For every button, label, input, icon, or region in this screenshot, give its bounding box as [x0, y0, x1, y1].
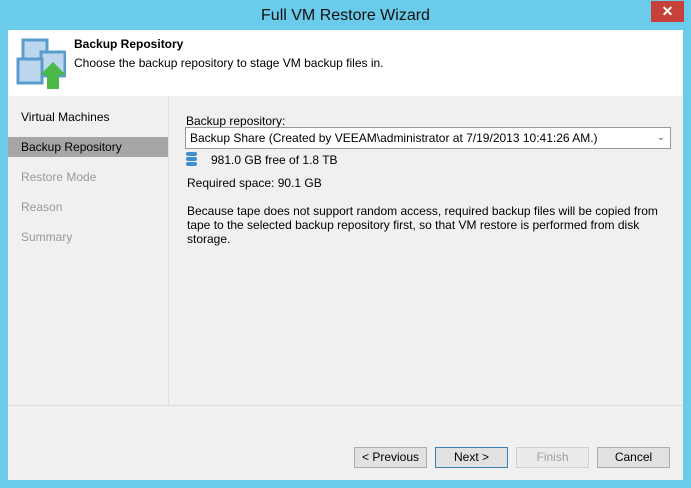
- wizard-window: Backup Repository Choose the backup repo…: [8, 30, 683, 480]
- vm-restore-icon: [16, 38, 66, 89]
- main-panel: Backup repository: Backup Share (Created…: [170, 97, 683, 405]
- step-restore-mode: Restore Mode: [21, 170, 97, 184]
- repo-label: Backup repository:: [186, 114, 286, 128]
- step-virtual-machines[interactable]: Virtual Machines: [8, 107, 168, 127]
- close-button[interactable]: ✕: [651, 1, 684, 22]
- chevron-down-icon[interactable]: ⌄: [657, 128, 665, 148]
- finish-button: Finish: [516, 447, 589, 468]
- step-reason: Reason: [21, 200, 63, 214]
- required-space: Required space: 90.1 GB: [187, 176, 322, 190]
- repo-select[interactable]: Backup Share (Created by VEEAM\administr…: [185, 127, 671, 149]
- previous-button[interactable]: < Previous: [354, 447, 427, 468]
- tape-note: Because tape does not support random acc…: [187, 204, 658, 246]
- wizard-header: Backup Repository Choose the backup repo…: [8, 30, 683, 96]
- wizard-steps: Virtual Machines Backup Repository Resto…: [8, 97, 169, 405]
- next-button[interactable]: Next >: [435, 447, 508, 468]
- cancel-button[interactable]: Cancel: [597, 447, 670, 468]
- step-summary: Summary: [21, 230, 73, 244]
- page-subtitle: Choose the backup repository to stage VM…: [74, 56, 384, 70]
- repo-select-value: Backup Share (Created by VEEAM\administr…: [190, 131, 598, 145]
- button-bar: < Previous Next > Finish Cancel: [8, 405, 683, 480]
- window-title: Full VM Restore Wizard: [261, 7, 430, 24]
- step-backup-repository[interactable]: Backup Repository: [8, 137, 168, 157]
- page-title: Backup Repository: [74, 37, 184, 51]
- free-space: 981.0 GB free of 1.8 TB: [211, 153, 338, 167]
- database-icon: [186, 152, 197, 166]
